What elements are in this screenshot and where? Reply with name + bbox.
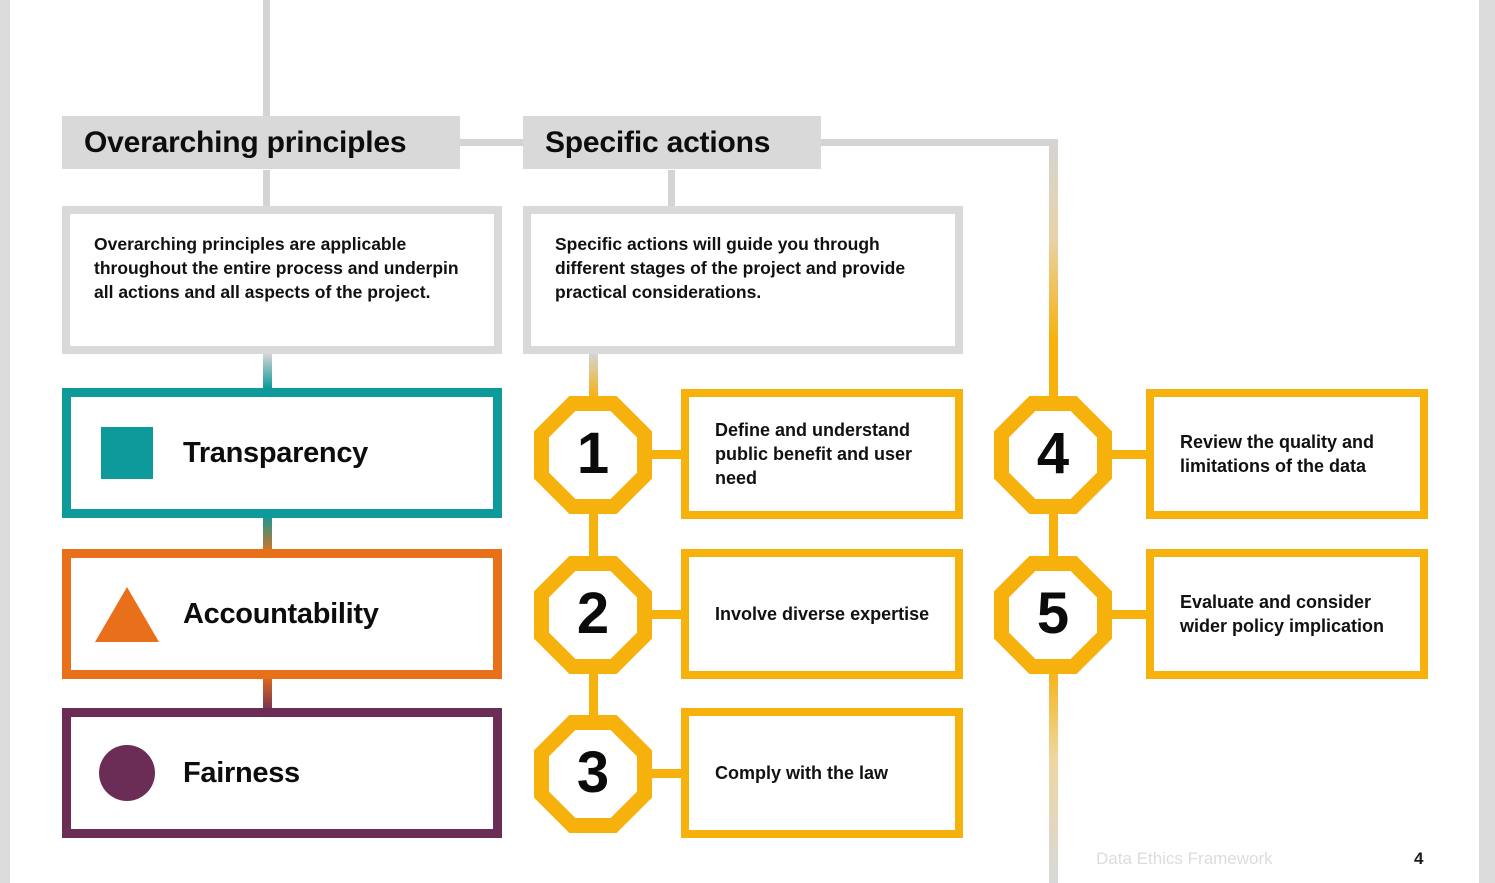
action-box-5[interactable]: Evaluate and consider wider policy impli… [1146,549,1428,679]
step-number: 3 [576,740,610,805]
principle-card-accountability[interactable]: Accountability [62,549,502,679]
action-text: Review the quality and limitations of th… [1180,431,1375,476]
connector-right-spine-lower [1049,665,1058,883]
header-chip-label: Specific actions [545,125,771,159]
step-number: 5 [1036,581,1070,646]
step-number: 1 [576,421,610,486]
square-icon [71,427,183,479]
step-marker-4[interactable]: 4 [994,396,1112,514]
connector-header-link [455,139,527,146]
step-number: 2 [576,581,610,646]
action-box-1[interactable]: Define and understand public benefit and… [681,389,963,519]
principle-label: Fairness [183,756,300,789]
principle-label: Accountability [183,597,379,630]
action-box-3[interactable]: Comply with the law [681,708,963,838]
triangle-icon [71,586,183,642]
step-number: 4 [1036,421,1070,486]
connector-header-right-run [818,139,1056,146]
connector-top-stem [263,0,270,124]
slide-edge-right [1479,0,1495,883]
action-box-2[interactable]: Involve diverse expertise [681,549,963,679]
step-marker-1[interactable]: 1 [534,396,652,514]
connector-right-spine-upper [1049,139,1058,398]
header-chip-label: Overarching principles [84,125,407,159]
connector-desc-to-step1 [589,354,598,398]
description-box-specific-actions: Specific actions will guide you through … [523,206,963,354]
slide-edge-left [0,0,10,883]
footer-title: Data Ethics Framework [1096,849,1273,868]
header-chip-overarching-principles[interactable]: Overarching principles [62,116,460,169]
step-marker-2[interactable]: 2 [534,556,652,674]
description-text: Overarching principles are applicable th… [94,234,459,303]
step-marker-5[interactable]: 5 [994,556,1112,674]
connector-step5-to-box [1108,610,1148,619]
principle-card-fairness[interactable]: Fairness [62,708,502,838]
description-box-overarching-principles: Overarching principles are applicable th… [62,206,502,354]
slide-canvas: Overarching principles Specific actions … [0,0,1495,883]
principle-card-transparency[interactable]: Transparency [62,388,502,518]
description-text: Specific actions will guide you through … [555,234,906,303]
connector-desc-to-transparency [263,354,272,388]
action-text: Comply with the law [715,762,889,783]
action-text: Evaluate and consider wider policy impli… [1180,591,1385,636]
step-marker-3[interactable]: 3 [534,715,652,833]
circle-icon [71,745,183,801]
footer-page-number: 4 [1414,849,1424,868]
connector-step4-to-box [1108,450,1148,459]
action-text: Involve diverse expertise [715,603,930,624]
action-box-4[interactable]: Review the quality and limitations of th… [1146,389,1428,519]
header-chip-specific-actions[interactable]: Specific actions [523,116,821,169]
action-text: Define and understand public benefit and… [715,419,913,489]
principle-label: Transparency [183,436,368,469]
